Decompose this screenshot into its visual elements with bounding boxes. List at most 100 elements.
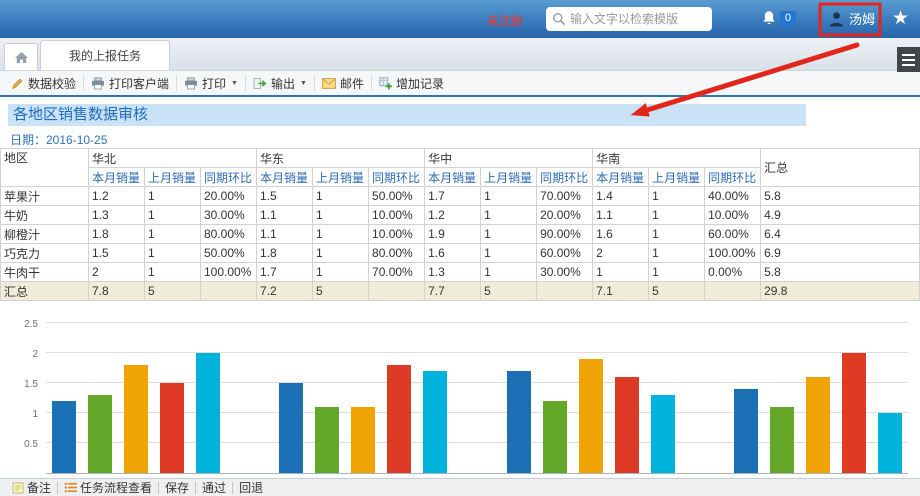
table-cell[interactable]: 1 (145, 263, 201, 282)
table-cell[interactable]: 1 (481, 225, 537, 244)
table-cell[interactable]: 1 (145, 225, 201, 244)
toolbar-separator-line (0, 95, 920, 97)
export-button[interactable]: 输出 ▼ (246, 71, 314, 95)
table-cell[interactable]: 1 (593, 263, 649, 282)
table-cell[interactable]: 1.7 (425, 187, 481, 206)
table-cell[interactable]: 1 (481, 187, 537, 206)
table-cell[interactable]: 90.00% (537, 225, 593, 244)
table-cell[interactable]: 1.2 (425, 206, 481, 225)
tab-my-report-tasks[interactable]: 我的上报任务 (40, 40, 170, 70)
rollback-button[interactable]: 回退 (233, 479, 269, 496)
report-title: 各地区销售数据审核 (8, 104, 806, 126)
y-axis-tick: 0.5 (0, 439, 38, 450)
table-cell[interactable]: 1 (313, 263, 369, 282)
table-cell[interactable]: 1 (649, 187, 705, 206)
add-record-icon (379, 77, 392, 90)
total-column-header: 汇总 (761, 149, 920, 187)
table-cell[interactable]: 1.6 (425, 244, 481, 263)
remarks-button[interactable]: 备注 (6, 479, 57, 496)
table-cell[interactable]: 1 (649, 263, 705, 282)
sub-header: 上月销量 (313, 168, 369, 187)
star-icon: ★ (892, 8, 909, 29)
table-cell[interactable]: 100.00% (201, 263, 257, 282)
sub-header: 上月销量 (649, 168, 705, 187)
table-cell[interactable]: 30.00% (201, 206, 257, 225)
chart-bar (279, 383, 303, 473)
table-cell[interactable]: 0.00% (705, 263, 761, 282)
table-cell[interactable]: 60.00% (537, 244, 593, 263)
table-cell[interactable]: 1.3 (89, 206, 145, 225)
table-cell[interactable]: 2 (89, 263, 145, 282)
chart-bar (543, 401, 567, 473)
table-cell[interactable]: 1.6 (593, 225, 649, 244)
table-cell[interactable]: 70.00% (369, 263, 425, 282)
table-cell[interactable]: 50.00% (201, 244, 257, 263)
table-cell[interactable]: 1.3 (425, 263, 481, 282)
table-cell[interactable]: 1.7 (257, 263, 313, 282)
topbar: 未注册 0 汤姆 ★ (0, 0, 920, 38)
table-cell[interactable]: 1 (481, 206, 537, 225)
user-menu-button[interactable]: 汤姆 (828, 9, 875, 28)
table-cell[interactable]: 30.00% (537, 263, 593, 282)
favorites-star-button[interactable]: ★ (892, 7, 909, 31)
report-table: 地区华北华东华中华南汇总本月销量上月销量同期环比本月销量上月销量同期环比本月销量… (0, 148, 920, 301)
table-cell[interactable]: 100.00% (705, 244, 761, 263)
table-cell[interactable]: 1.5 (257, 187, 313, 206)
mail-button[interactable]: 邮件 (315, 71, 371, 95)
table-cell[interactable]: 80.00% (201, 225, 257, 244)
table-cell[interactable]: 1 (649, 206, 705, 225)
chart-bar (878, 413, 902, 473)
table-cell[interactable]: 1.2 (89, 187, 145, 206)
table-cell[interactable]: 1 (481, 244, 537, 263)
table-cell[interactable]: 1.1 (257, 206, 313, 225)
notification-bell-button[interactable] (761, 10, 777, 32)
table-cell[interactable]: 1 (481, 263, 537, 282)
table-cell[interactable]: 1.5 (89, 244, 145, 263)
table-cell[interactable]: 10.00% (369, 206, 425, 225)
home-tab[interactable] (4, 43, 38, 70)
table-cell[interactable]: 1.8 (257, 244, 313, 263)
table-cell[interactable]: 1 (145, 206, 201, 225)
print-button[interactable]: 打印 ▼ (177, 71, 245, 95)
table-cell[interactable]: 40.00% (705, 187, 761, 206)
table-cell[interactable]: 1.1 (593, 206, 649, 225)
approve-button[interactable]: 通过 (196, 479, 232, 496)
report-table-head: 地区华北华东华中华南汇总本月销量上月销量同期环比本月销量上月销量同期环比本月销量… (1, 149, 920, 187)
table-cell[interactable]: 70.00% (537, 187, 593, 206)
search-box[interactable] (546, 7, 712, 31)
table-cell[interactable]: 1.1 (257, 225, 313, 244)
add-record-button[interactable]: 增加记录 (372, 71, 451, 95)
table-row: 苹果汁1.2120.00%1.5150.00%1.7170.00%1.4140.… (1, 187, 920, 206)
menu-button[interactable] (897, 47, 920, 72)
sub-header: 上月销量 (145, 168, 201, 187)
table-cell[interactable]: 1 (145, 187, 201, 206)
notification-count-badge: 0 (780, 11, 796, 26)
table-cell[interactable]: 20.00% (201, 187, 257, 206)
table-cell[interactable]: 50.00% (369, 187, 425, 206)
data-validate-button[interactable]: 数据校验 (4, 71, 83, 95)
table-cell[interactable]: 1.4 (593, 187, 649, 206)
task-flow-view-button[interactable]: 任务流程查看 (58, 479, 158, 496)
table-cell[interactable]: 1 (649, 244, 705, 263)
table-cell[interactable]: 1.8 (89, 225, 145, 244)
table-cell[interactable]: 1 (313, 244, 369, 263)
table-cell[interactable]: 1 (145, 244, 201, 263)
save-button[interactable]: 保存 (159, 479, 195, 496)
table-cell[interactable]: 1 (313, 206, 369, 225)
table-cell[interactable]: 10.00% (369, 225, 425, 244)
table-cell[interactable]: 1.9 (425, 225, 481, 244)
table-cell[interactable]: 1 (313, 225, 369, 244)
print-client-button[interactable]: 打印客户端 (84, 71, 176, 95)
grand-total-cell: 29.8 (761, 282, 920, 301)
table-cell[interactable]: 10.00% (705, 206, 761, 225)
table-cell[interactable]: 1 (313, 187, 369, 206)
table-cell[interactable]: 1 (649, 225, 705, 244)
button-label: 任务流程查看 (80, 479, 152, 496)
table-cell[interactable]: 2 (593, 244, 649, 263)
row-label: 苹果汁 (1, 187, 89, 206)
search-input[interactable] (570, 12, 706, 26)
table-cell[interactable]: 20.00% (537, 206, 593, 225)
table-cell[interactable]: 60.00% (705, 225, 761, 244)
pencil-icon (11, 77, 24, 90)
table-cell[interactable]: 80.00% (369, 244, 425, 263)
